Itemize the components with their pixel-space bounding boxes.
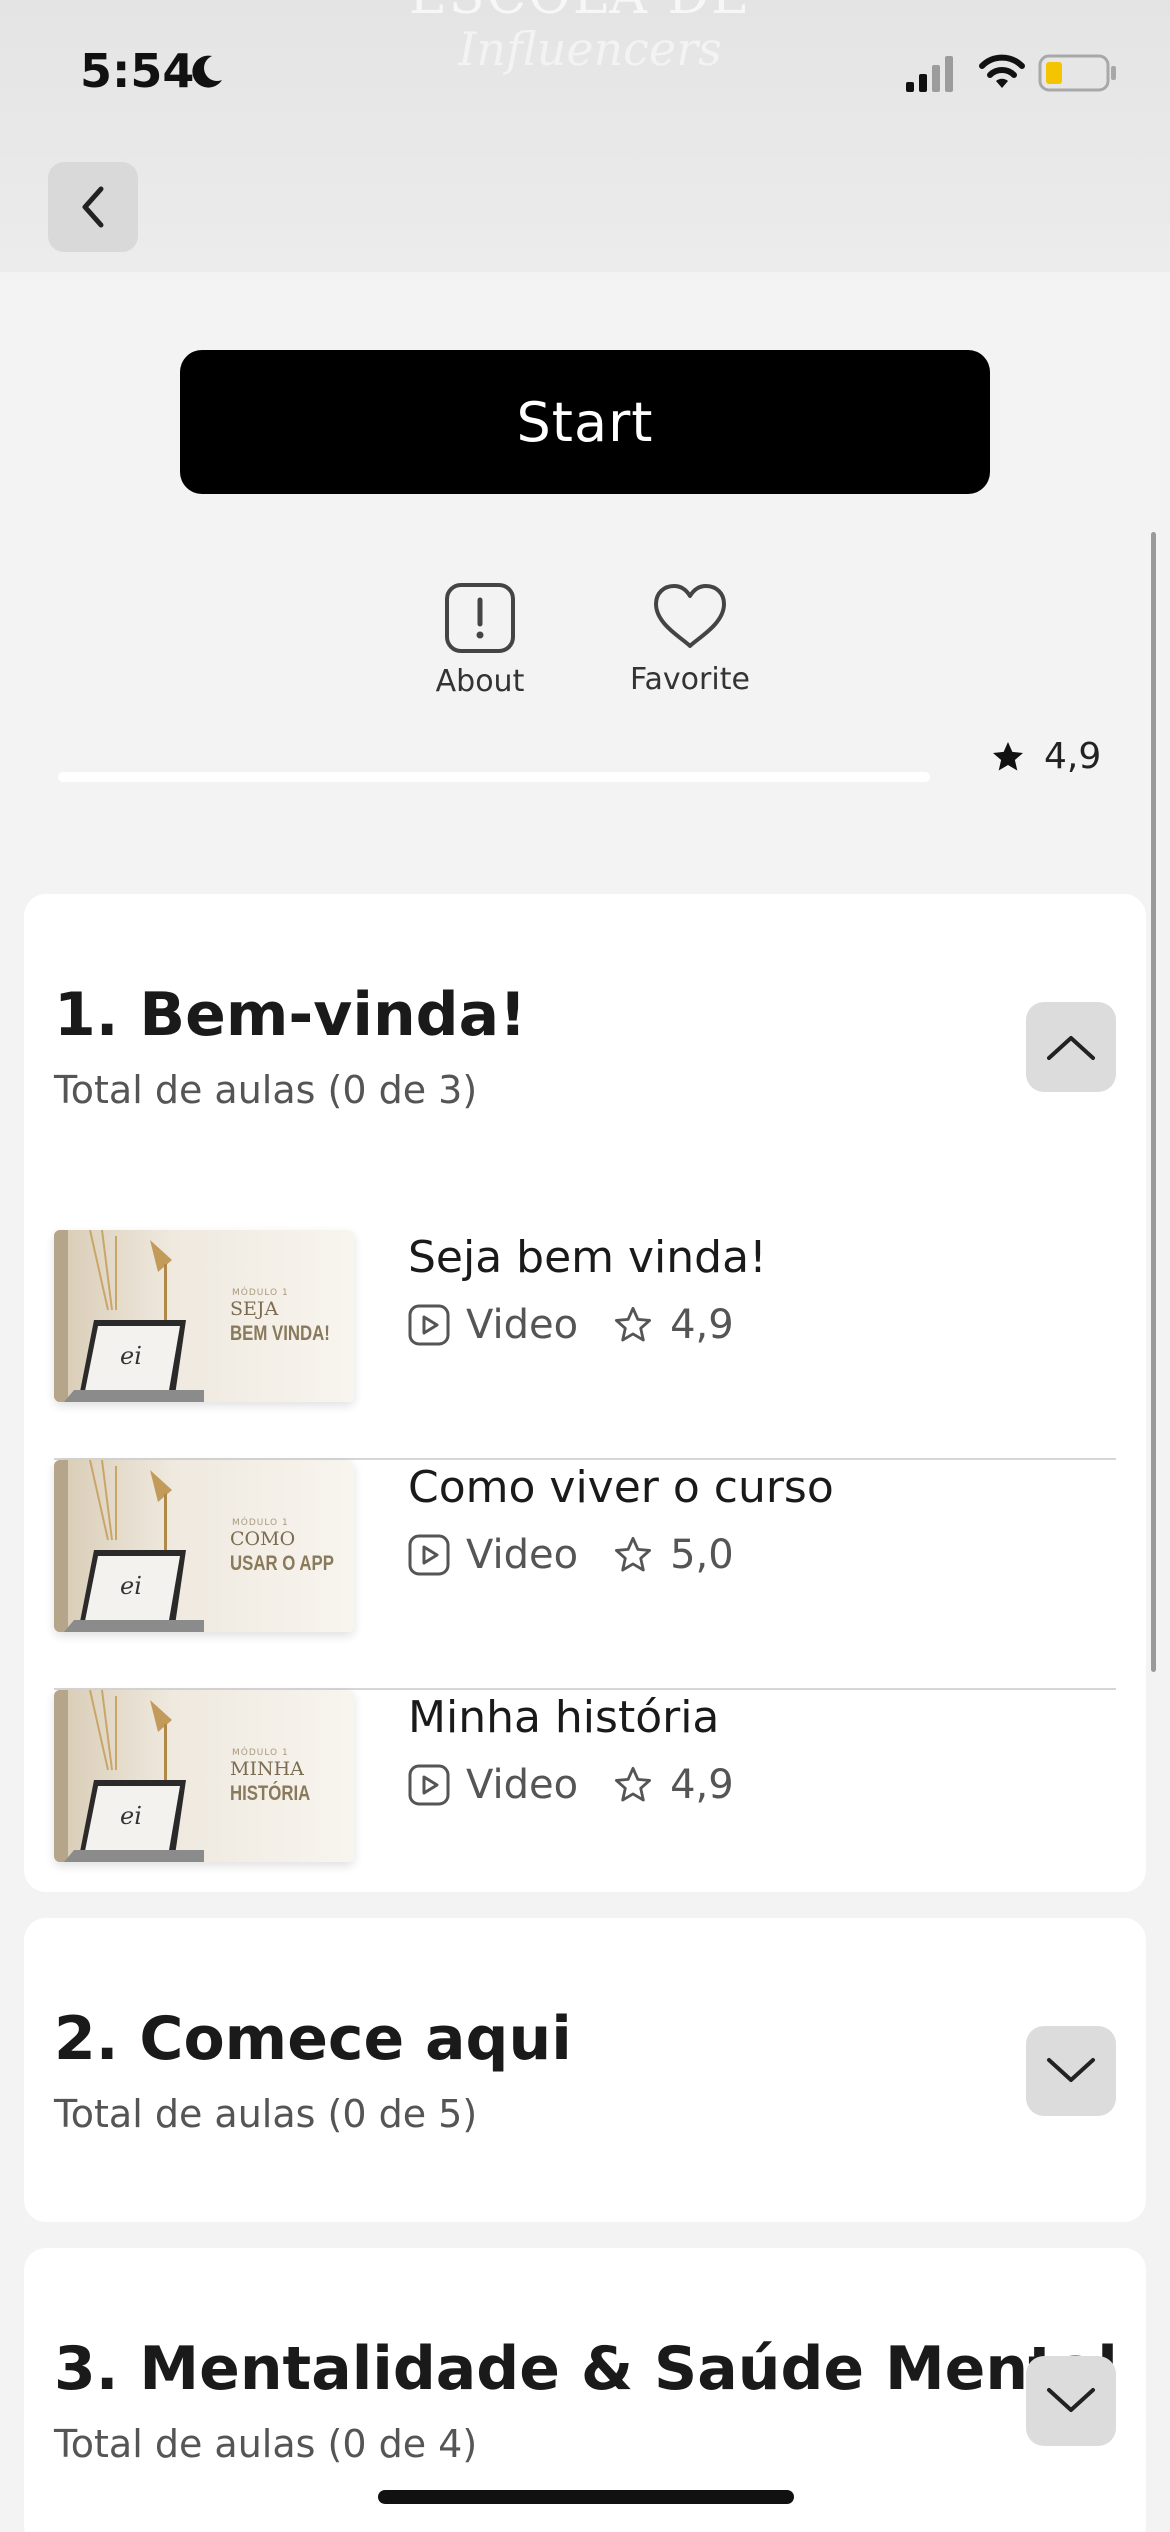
wifi-icon [979, 54, 1025, 88]
lesson-item[interactable]: ei MÓDULO 1 COMO USAR O APP Como viver o… [54, 1460, 1116, 1690]
module-card-1: 1. Bem-vinda! Total de aulas (0 de 3) ei… [24, 894, 1146, 1892]
lesson-meta: Video 4,9 [408, 1762, 734, 1808]
module-title: 3. Mentalidade & Saúde Mental [54, 2334, 1118, 2404]
module-subtitle: Total de aulas (0 de 5) [54, 2092, 478, 2136]
expand-button[interactable] [1026, 2026, 1116, 2116]
module-subtitle: Total de aulas (0 de 3) [54, 1068, 478, 1112]
thumb-caption: MÓDULO 1 [232, 1518, 289, 1528]
about-button[interactable]: About [390, 582, 570, 692]
star-outline-icon [615, 1536, 652, 1572]
lesson-thumbnail: ei MÓDULO 1 COMO USAR O APP [54, 1460, 354, 1632]
collapse-button[interactable] [1026, 1002, 1116, 1092]
lesson-thumbnail: ei MÓDULO 1 SEJA BEM VINDA! [54, 1230, 354, 1402]
background-subtitle: Influencers [458, 22, 722, 76]
start-button[interactable]: Start [180, 350, 990, 494]
lesson-title: Seja bem vinda! [408, 1232, 767, 1283]
thumb-title-line1: SEJA [230, 1298, 279, 1320]
about-label: About [435, 664, 525, 692]
expand-button[interactable] [1026, 2356, 1116, 2446]
star-outline-icon [615, 1766, 652, 1802]
thumb-caption: MÓDULO 1 [232, 1748, 289, 1758]
header-area: ESCOLA DE Influencers 5:54 [0, 0, 1170, 272]
thumb-logo: ei [120, 1342, 142, 1370]
lesson-type: Video [466, 1762, 579, 1808]
favorite-button[interactable]: Favorite [600, 582, 780, 692]
lesson-title: Como viver o curso [408, 1462, 834, 1513]
thumb-title-line1: COMO [230, 1528, 296, 1550]
lesson-item[interactable]: ei MÓDULO 1 SEJA BEM VINDA! Seja bem vin… [54, 1230, 1116, 1460]
chevron-down-icon [1047, 2388, 1095, 2412]
battery-icon [1038, 54, 1116, 92]
info-alert-icon [445, 583, 515, 653]
thumb-title-line2: BEM VINDA! [230, 1322, 330, 1345]
star-outline-icon [615, 1306, 652, 1342]
thumb-title-line2: HISTÓRIA [230, 1782, 311, 1805]
favorite-label: Favorite [630, 662, 750, 692]
chevron-down-icon [1047, 2058, 1095, 2082]
lesson-title: Minha história [408, 1692, 720, 1743]
lesson-type: Video [466, 1532, 579, 1578]
module-title: 1. Bem-vinda! [54, 980, 527, 1050]
thumb-caption: MÓDULO 1 [232, 1288, 289, 1298]
module-title: 2. Comece aqui [54, 2004, 572, 2074]
lesson-rating: 4,9 [670, 1762, 734, 1808]
scrollbar[interactable] [1151, 532, 1156, 1672]
chevron-up-icon [1047, 1036, 1095, 1060]
thumb-logo: ei [120, 1572, 142, 1600]
lesson-type: Video [466, 1302, 579, 1348]
thumb-title-line1: MINHA [230, 1758, 304, 1780]
star-filled-icon [993, 741, 1023, 770]
lesson-item[interactable]: ei MÓDULO 1 MINHA HISTÓRIA Minha históri… [54, 1690, 1116, 1870]
video-play-icon [408, 1764, 450, 1806]
course-rating: 4,9 [990, 736, 1101, 777]
video-play-icon [408, 1534, 450, 1576]
lesson-meta: Video 4,9 [408, 1302, 734, 1348]
heart-icon [654, 584, 726, 648]
thumb-logo: ei [120, 1802, 142, 1830]
lesson-rating: 4,9 [670, 1302, 734, 1348]
lesson-meta: Video 5,0 [408, 1532, 734, 1578]
course-progress-bar [58, 772, 930, 782]
module-subtitle: Total de aulas (0 de 4) [54, 2422, 478, 2466]
video-play-icon [408, 1304, 450, 1346]
chevron-left-icon [82, 186, 104, 228]
thumb-title-line2: USAR O APP [230, 1552, 334, 1575]
lesson-rating: 5,0 [670, 1532, 734, 1578]
lesson-thumbnail: ei MÓDULO 1 MINHA HISTÓRIA [54, 1690, 354, 1862]
status-time: 5:54 [80, 44, 195, 98]
module-card-2[interactable]: 2. Comece aqui Total de aulas (0 de 5) [24, 1918, 1146, 2222]
course-rating-value: 4,9 [1044, 736, 1102, 777]
home-indicator[interactable] [378, 2490, 794, 2504]
cellular-signal-icon [906, 56, 953, 92]
moon-icon [192, 55, 222, 88]
back-button[interactable] [48, 162, 138, 252]
